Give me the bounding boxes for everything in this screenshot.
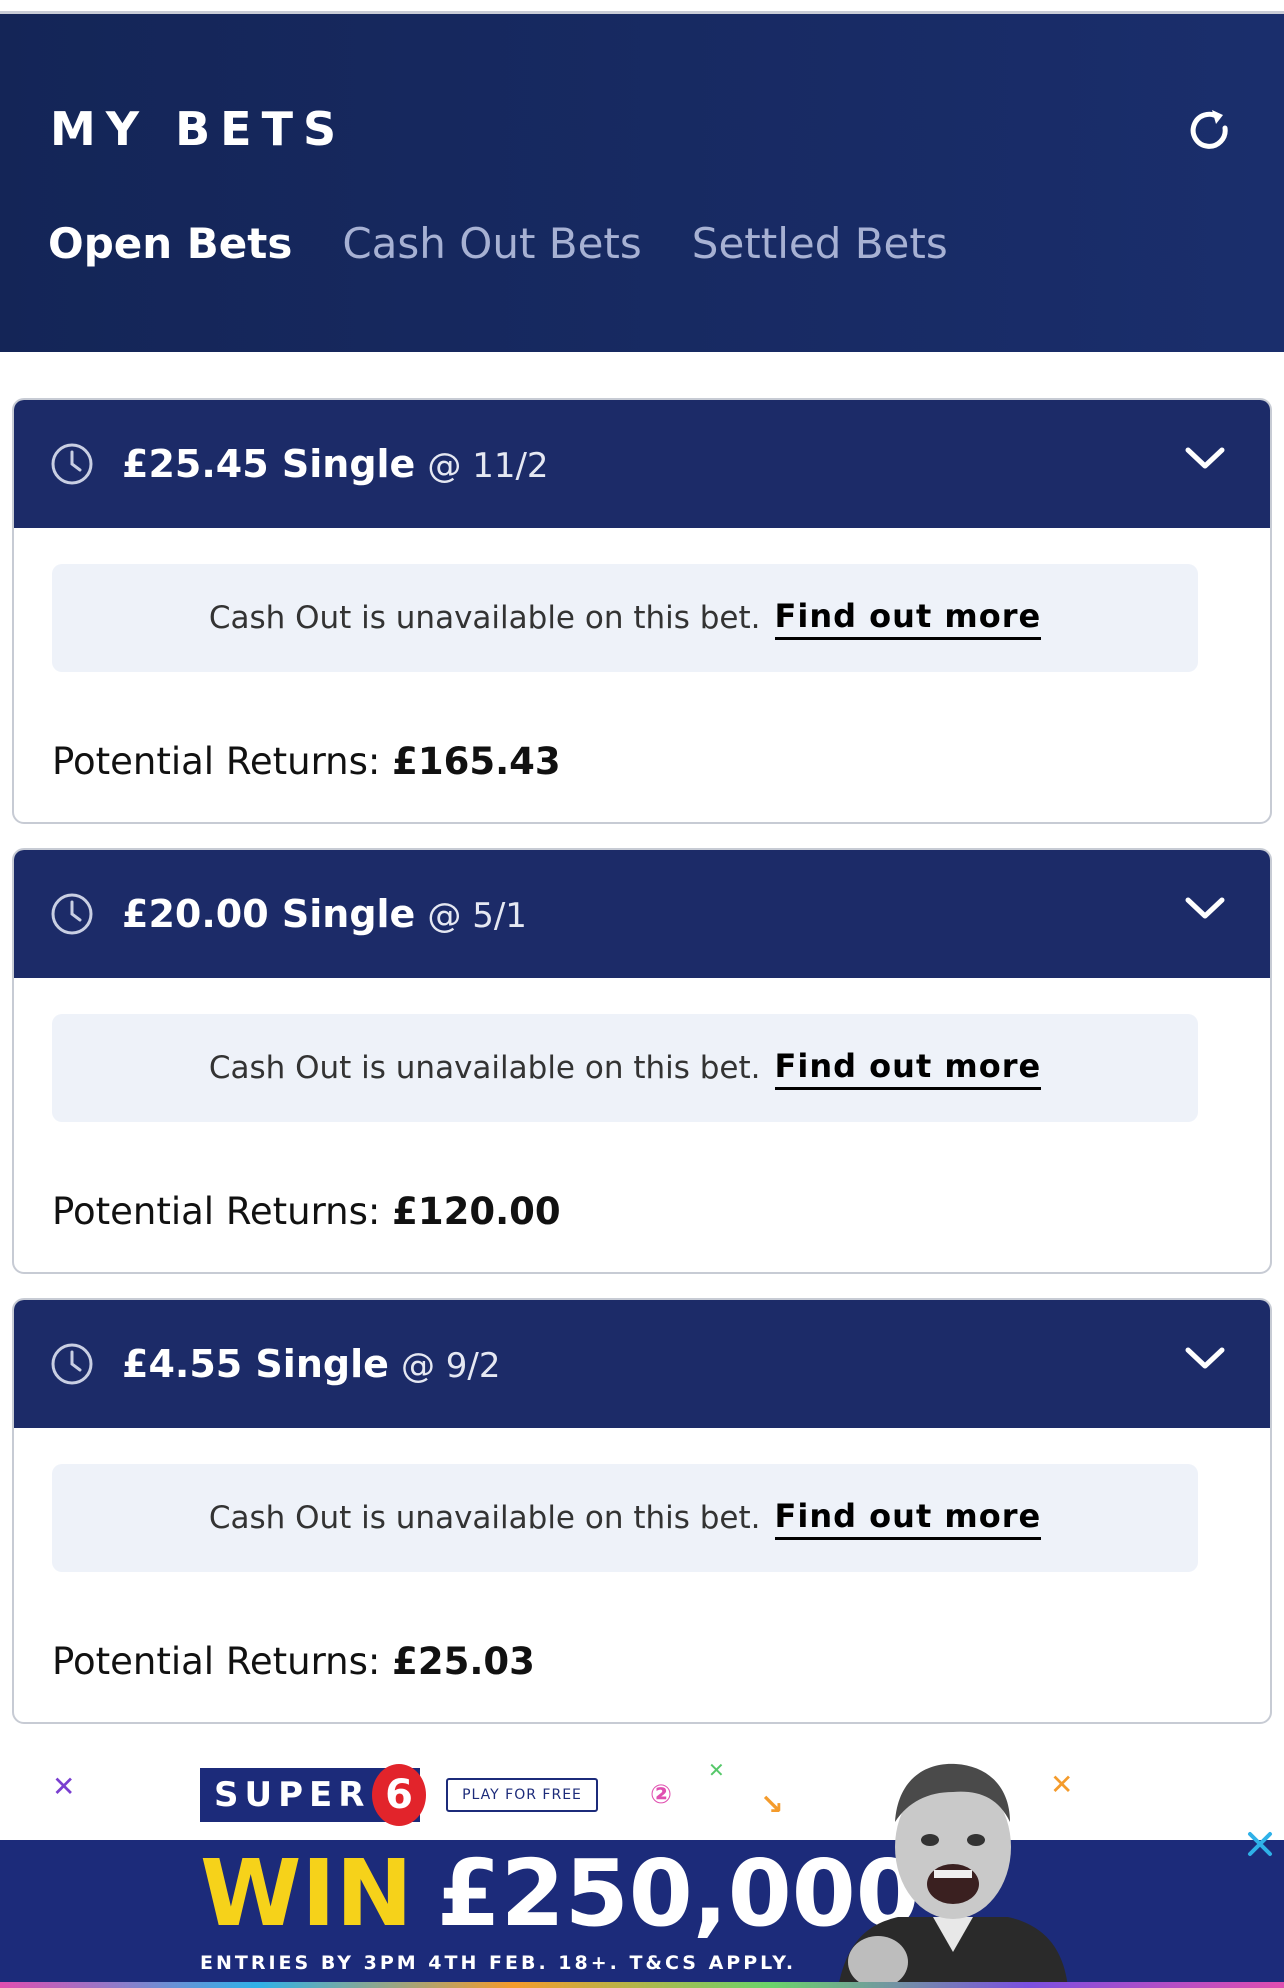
top-divider bbox=[0, 0, 1284, 14]
bet-title: £20.00 Single @ 5/1 bbox=[122, 892, 527, 936]
bet-card: £4.55 Single @ 9/2 Cash Out is unavailab… bbox=[12, 1298, 1272, 1724]
cashout-notice-text: Cash Out is unavailable on this bet. bbox=[208, 600, 761, 636]
bet-odds: @ 5/1 bbox=[427, 896, 527, 936]
potential-returns-amount: £25.03 bbox=[392, 1640, 535, 1683]
close-icon[interactable] bbox=[1244, 1828, 1276, 1860]
tab-open-bets[interactable]: Open Bets bbox=[48, 219, 292, 268]
bet-title: £4.55 Single @ 9/2 bbox=[122, 1342, 501, 1386]
cashout-notice: Cash Out is unavailable on this bet. Fin… bbox=[52, 1464, 1198, 1572]
cashout-notice: Cash Out is unavailable on this bet. Fin… bbox=[52, 1014, 1198, 1122]
super6-logo-number: 6 bbox=[372, 1764, 426, 1826]
bet-stake: £25.45 Single bbox=[122, 442, 416, 486]
clock-icon bbox=[51, 893, 93, 935]
bet-title: £25.45 Single @ 11/2 bbox=[122, 442, 549, 486]
sparkle-icon: ✕ bbox=[708, 1758, 725, 1782]
super6-logo-text: SUPER bbox=[214, 1775, 371, 1815]
potential-returns-amount: £165.43 bbox=[392, 740, 561, 783]
play-for-free-button[interactable]: PLAY FOR FREE bbox=[446, 1778, 598, 1812]
find-out-more-link[interactable]: Find out more bbox=[774, 1497, 1042, 1540]
cashout-notice: Cash Out is unavailable on this bet. Fin… bbox=[52, 564, 1198, 672]
bet-card-header[interactable]: £20.00 Single @ 5/1 bbox=[14, 850, 1270, 978]
bet-card: £20.00 Single @ 5/1 Cash Out is unavaila… bbox=[12, 848, 1272, 1274]
cashout-notice-text: Cash Out is unavailable on this bet. bbox=[208, 1500, 761, 1536]
bet-odds: @ 11/2 bbox=[427, 446, 549, 486]
bet-card-header[interactable]: £25.45 Single @ 11/2 bbox=[14, 400, 1270, 528]
sparkle-icon: ✕ bbox=[52, 1770, 76, 1803]
chevron-down-icon[interactable] bbox=[1184, 444, 1226, 474]
ad-color-stripe bbox=[0, 1982, 1284, 1988]
page-title: MY BETS bbox=[50, 102, 347, 156]
potential-returns: Potential Returns: £25.03 bbox=[52, 1640, 535, 1683]
bet-tabs: Open Bets Cash Out Bets Settled Bets bbox=[48, 219, 948, 268]
bet-odds: @ 9/2 bbox=[400, 1346, 501, 1386]
potential-returns-label: Potential Returns: bbox=[52, 1640, 381, 1683]
badge-icon: ② bbox=[650, 1780, 673, 1810]
potential-returns: Potential Returns: £120.00 bbox=[52, 1190, 561, 1233]
chevron-down-icon[interactable] bbox=[1184, 1344, 1226, 1374]
find-out-more-link[interactable]: Find out more bbox=[774, 597, 1042, 640]
ad-win-word: WIN bbox=[200, 1840, 413, 1947]
presenter-photo bbox=[838, 1763, 1068, 1988]
clock-icon bbox=[51, 1343, 93, 1385]
super6-logo: SUPER 6 bbox=[200, 1764, 426, 1826]
page-header: MY BETS Open Bets Cash Out Bets Settled … bbox=[0, 14, 1284, 352]
bet-stake: £4.55 Single bbox=[122, 1342, 389, 1386]
arrow-icon: ↘ bbox=[760, 1788, 784, 1821]
potential-returns-amount: £120.00 bbox=[392, 1190, 561, 1233]
bet-stake: £20.00 Single bbox=[122, 892, 416, 936]
find-out-more-link[interactable]: Find out more bbox=[774, 1047, 1042, 1090]
bet-card-header[interactable]: £4.55 Single @ 9/2 bbox=[14, 1300, 1270, 1428]
bet-card: £25.45 Single @ 11/2 Cash Out is unavail… bbox=[12, 398, 1272, 824]
chevron-down-icon[interactable] bbox=[1184, 894, 1226, 924]
tab-settled-bets[interactable]: Settled Bets bbox=[692, 219, 948, 268]
ad-small-print: ENTRIES BY 3PM 4TH FEB. 18+. T&CS APPLY. bbox=[200, 1952, 797, 1974]
potential-returns: Potential Returns: £165.43 bbox=[52, 740, 561, 783]
potential-returns-label: Potential Returns: bbox=[52, 740, 381, 783]
potential-returns-label: Potential Returns: bbox=[52, 1190, 381, 1233]
tab-cash-out-bets[interactable]: Cash Out Bets bbox=[342, 219, 641, 268]
clock-icon bbox=[51, 443, 93, 485]
ad-headline: WIN £250,000 bbox=[200, 1844, 920, 1944]
super6-ad-banner[interactable]: ✕ ✕ ✕ ↘ ② SUPER 6 PLAY FOR FREE WIN £250,… bbox=[0, 1752, 1284, 1988]
refresh-icon[interactable] bbox=[1185, 106, 1235, 156]
cashout-notice-text: Cash Out is unavailable on this bet. bbox=[208, 1050, 761, 1086]
